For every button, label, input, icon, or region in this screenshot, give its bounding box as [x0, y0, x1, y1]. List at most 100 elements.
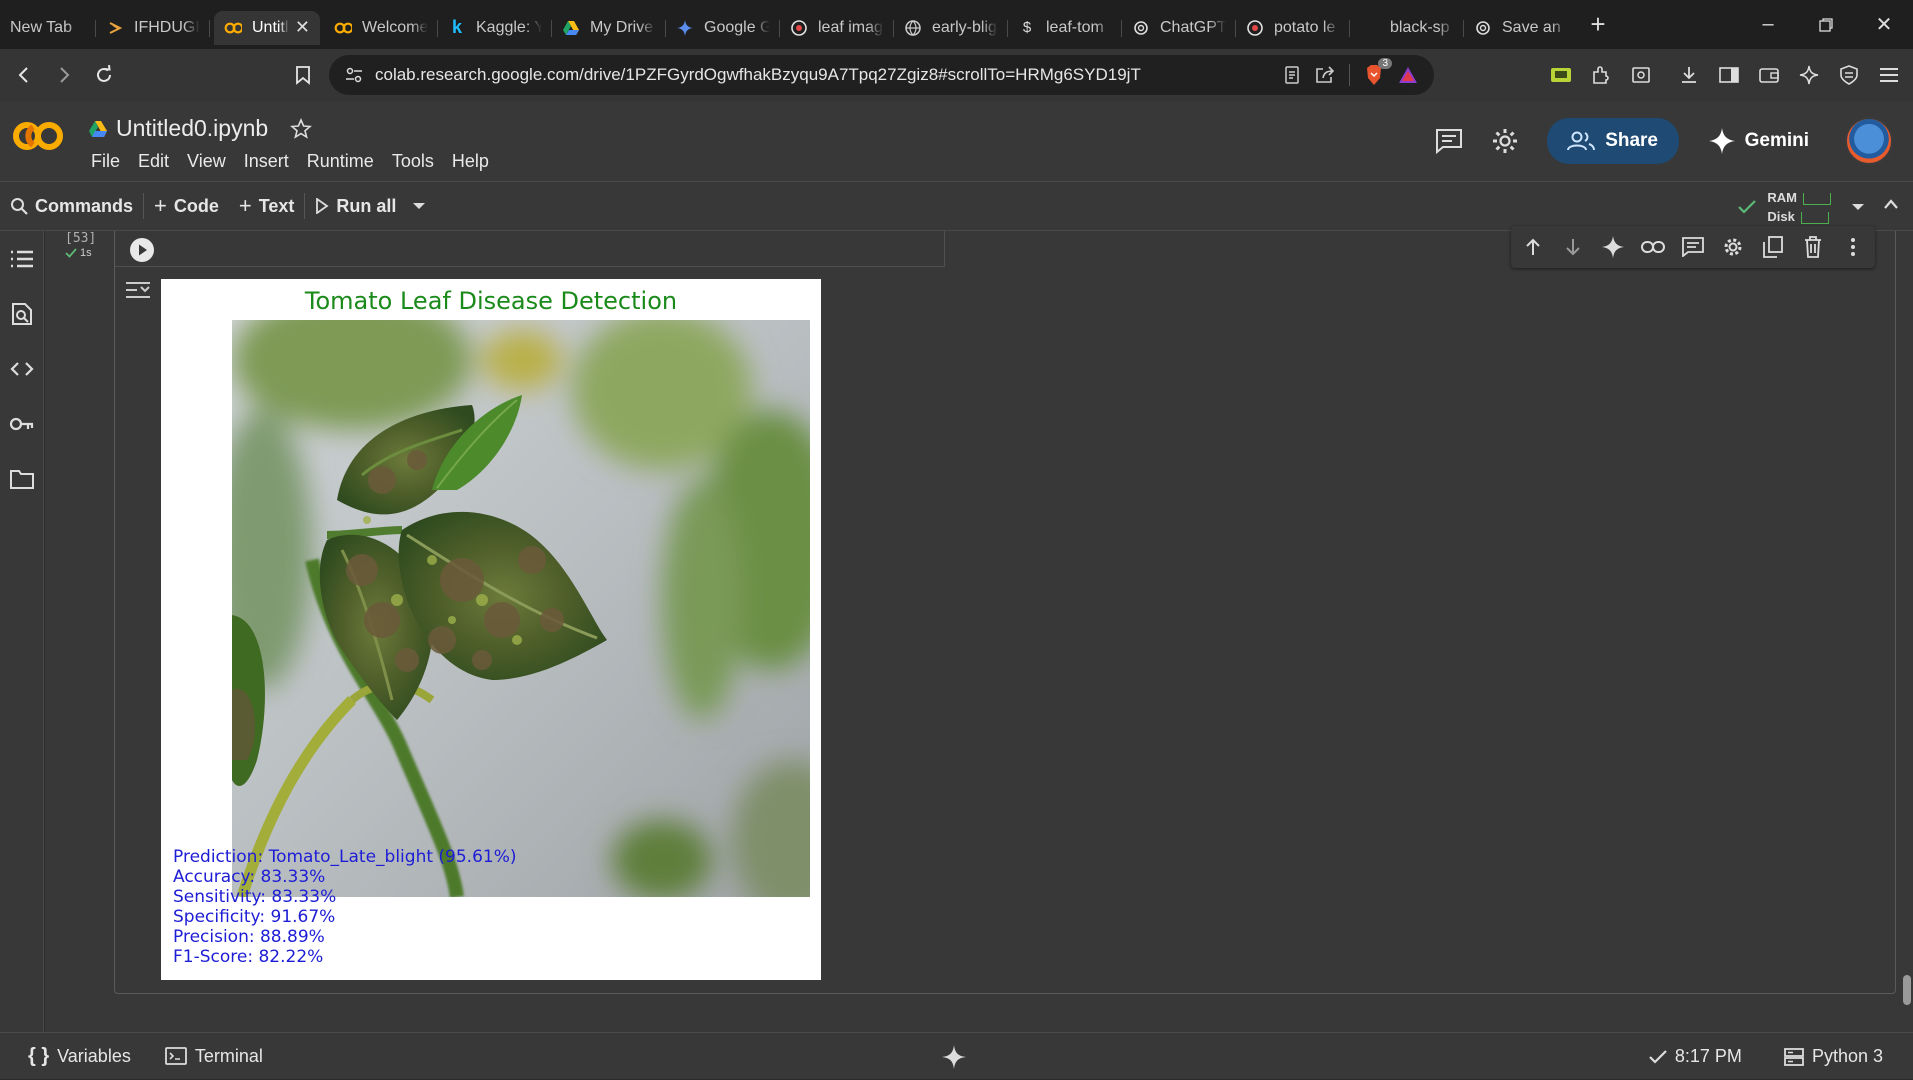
star-icon[interactable]: [290, 117, 313, 140]
browser-tab[interactable]: My Drive: [552, 11, 666, 45]
browser-tab[interactable]: Save an: [1464, 11, 1578, 45]
kernel-status[interactable]: Python 3: [1774, 1046, 1893, 1067]
restore-icon[interactable]: [1797, 0, 1855, 49]
browser-tab-active[interactable]: Untitl ✕: [214, 10, 320, 45]
address-bar[interactable]: colab.research.google.com/drive/1PZFGyrd…: [329, 55, 1434, 95]
secrets-key-icon[interactable]: [0, 396, 44, 451]
share-button[interactable]: Share: [1546, 118, 1679, 164]
find-replace-icon[interactable]: [0, 286, 44, 341]
browser-tab[interactable]: ChatGPT: [1122, 11, 1236, 45]
specificity-text: Specificity: 91.67%: [173, 907, 336, 927]
comment-icon[interactable]: [1679, 233, 1707, 261]
add-code-button[interactable]: + Code: [144, 193, 229, 219]
close-window-icon[interactable]: ✕: [1855, 0, 1913, 49]
notebook-title[interactable]: Untitled0.ipynb: [116, 115, 268, 142]
terminal-button[interactable]: Terminal: [155, 1046, 273, 1067]
code-cell[interactable]: Tomato Leaf Disease Detection Prediction…: [114, 226, 1896, 994]
more-options-icon[interactable]: [1839, 233, 1867, 261]
minimize-icon[interactable]: –: [1739, 0, 1797, 49]
bookmark-icon[interactable]: [285, 57, 321, 93]
extension-icon[interactable]: [1545, 55, 1577, 95]
avatar[interactable]: [1845, 117, 1893, 165]
colab-logo-icon[interactable]: [12, 119, 64, 153]
code-snippets-icon[interactable]: [0, 341, 44, 396]
menu-tools[interactable]: Tools: [383, 151, 443, 172]
tab-title: Untitl: [252, 18, 289, 36]
gemini-sparkle-icon[interactable]: [1599, 233, 1627, 261]
comments-icon[interactable]: [1435, 128, 1463, 154]
accuracy-text: Accuracy: 83.33%: [173, 867, 326, 887]
ram-bar: [1803, 192, 1831, 205]
cell-settings-gear-icon[interactable]: [1719, 233, 1747, 261]
new-tab-button[interactable]: +: [1578, 5, 1618, 45]
screenshot-icon[interactable]: [1625, 55, 1657, 95]
menu-insert[interactable]: Insert: [235, 151, 298, 172]
menu-file[interactable]: File: [82, 151, 129, 172]
browser-tab[interactable]: potato le: [1236, 11, 1350, 45]
resources-dropdown-icon[interactable]: [1851, 202, 1865, 212]
files-folder-icon[interactable]: [0, 451, 44, 506]
move-up-icon[interactable]: [1519, 233, 1547, 261]
share-page-icon[interactable]: [1315, 66, 1335, 84]
link-icon[interactable]: [1639, 233, 1667, 261]
vpn-icon[interactable]: [1833, 55, 1865, 95]
colab-icon: [224, 19, 242, 37]
browser-tab[interactable]: Welcome: [324, 11, 438, 45]
browser-menu-icon[interactable]: [1873, 55, 1905, 95]
menu-view[interactable]: View: [178, 151, 235, 172]
mirror-cell-icon[interactable]: [1759, 233, 1787, 261]
resources-indicator[interactable]: RAM Disk: [1737, 182, 1865, 232]
run-all-dropdown-icon[interactable]: [412, 201, 426, 211]
output-actions-icon[interactable]: [125, 279, 151, 301]
openai-icon: [1132, 19, 1150, 37]
move-down-icon[interactable]: [1559, 233, 1587, 261]
gemini-sparkle-icon[interactable]: [942, 1045, 966, 1069]
browser-tab[interactable]: early-blig: [894, 11, 1008, 45]
browser-tab[interactable]: IFHDUGI: [96, 11, 210, 45]
notebook-scrollbar[interactable]: [1903, 975, 1911, 1005]
table-of-contents-icon[interactable]: [0, 231, 44, 286]
terminal-label: Terminal: [194, 1045, 263, 1066]
extensions-icon[interactable]: [1585, 55, 1617, 95]
browser-tab[interactable]: leaf imag: [780, 11, 894, 45]
disk-label: Disk: [1767, 209, 1795, 224]
extensions-area: [1545, 55, 1905, 95]
delete-trash-icon[interactable]: [1799, 233, 1827, 261]
back-icon[interactable]: [6, 57, 42, 93]
download-icon[interactable]: [1673, 55, 1705, 95]
menu-runtime[interactable]: Runtime: [298, 151, 383, 172]
notebook-toolbar: Commands + Code + Text Run all RAM Disk: [0, 181, 1913, 231]
settings-gear-icon[interactable]: [1491, 127, 1519, 155]
browser-tab[interactable]: Google G: [666, 11, 780, 45]
commands-button[interactable]: Commands: [0, 196, 143, 217]
leo-ai-icon[interactable]: [1793, 55, 1825, 95]
close-tab-icon[interactable]: ✕: [295, 17, 310, 38]
site-info-icon[interactable]: [345, 67, 363, 83]
code-editor-collapsed[interactable]: [115, 231, 945, 267]
reader-mode-icon[interactable]: [1283, 66, 1301, 84]
add-text-button[interactable]: + Text: [229, 193, 305, 219]
colab-icon: [334, 19, 352, 37]
browser-tab[interactable]: black-sp: [1350, 11, 1464, 45]
execution-status: 1s: [65, 247, 92, 259]
menu-edit[interactable]: Edit: [129, 151, 178, 172]
collapse-header-icon[interactable]: [1883, 198, 1899, 210]
run-cell-button[interactable]: [129, 237, 155, 263]
gemini-button[interactable]: Gemini: [1708, 128, 1809, 154]
reload-icon[interactable]: [86, 57, 122, 93]
sidebar-toggle-icon[interactable]: [1713, 55, 1745, 95]
last-run-status[interactable]: 8:17 PM: [1639, 1046, 1752, 1067]
forward-icon[interactable]: [46, 57, 82, 93]
run-all-button[interactable]: Run all: [305, 196, 406, 217]
brave-shields-icon[interactable]: 3: [1364, 58, 1392, 86]
play-outline-icon: [315, 198, 329, 214]
variables-button[interactable]: { } Variables: [18, 1045, 141, 1068]
gemini-icon: [676, 19, 694, 37]
browser-tab[interactable]: New Tab: [0, 11, 96, 45]
brave-rewards-icon[interactable]: [1398, 66, 1418, 84]
connected-check-icon: [1737, 199, 1757, 215]
wallet-icon[interactable]: [1753, 55, 1785, 95]
menu-help[interactable]: Help: [443, 151, 498, 172]
browser-tab[interactable]: k Kaggle: Y: [438, 11, 552, 45]
browser-tab[interactable]: $ leaf-tom: [1008, 11, 1122, 45]
